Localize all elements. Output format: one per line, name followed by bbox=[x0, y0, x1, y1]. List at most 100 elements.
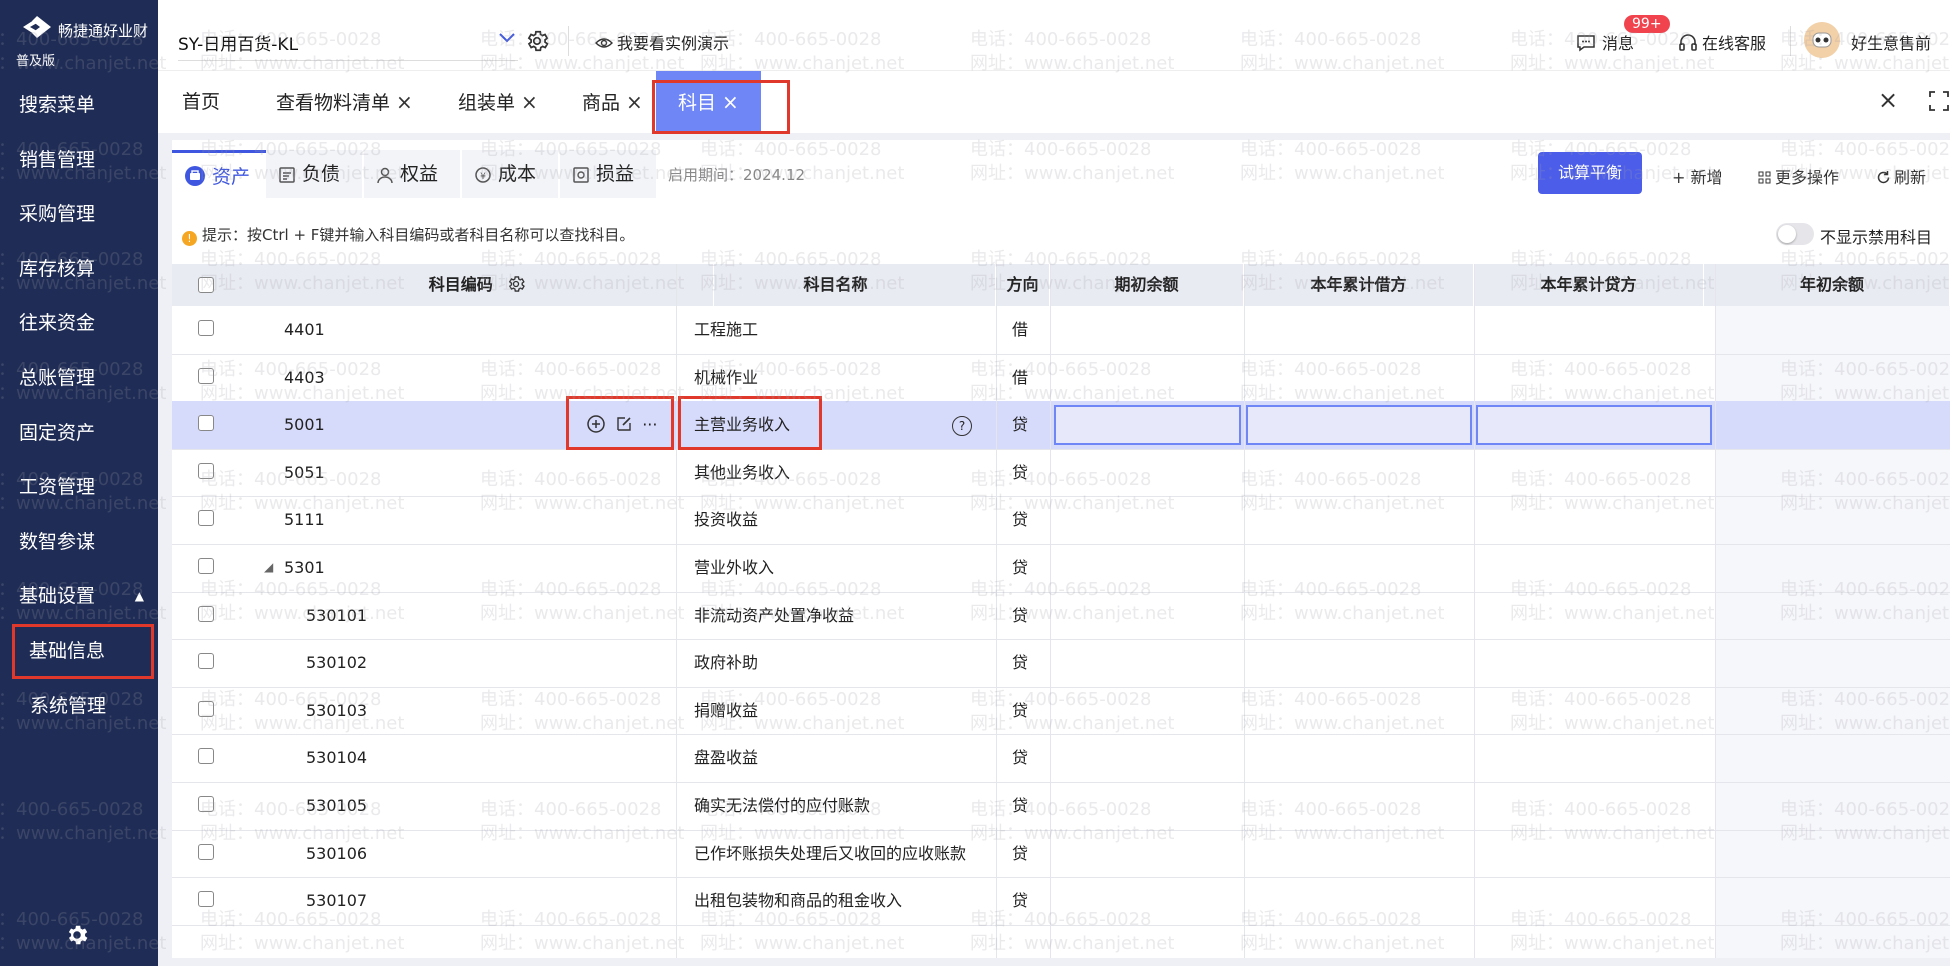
table-row[interactable]: 530105 确实无法偿付的应付账款 贷 bbox=[172, 782, 1950, 831]
account-name: 确实无法偿付的应付账款 bbox=[694, 796, 871, 815]
account-direction: 贷 bbox=[1012, 462, 1029, 482]
table-row[interactable]: 530107 出租包装物和商品的租金收入 贷 bbox=[172, 877, 1950, 926]
tab-label: 损益 bbox=[596, 163, 635, 185]
tab-equity[interactable]: 权益 bbox=[364, 150, 460, 198]
tab-products[interactable]: 商品 × bbox=[582, 71, 643, 133]
opening-balance-input[interactable] bbox=[1054, 405, 1241, 446]
sidebar-item-purchase[interactable]: 采购管理 bbox=[0, 187, 158, 242]
sidebar-item-label: 工资管理 bbox=[19, 476, 96, 499]
help-icon[interactable]: ? bbox=[952, 401, 972, 449]
close-icon[interactable]: × bbox=[521, 90, 538, 114]
row-checkbox[interactable] bbox=[198, 320, 214, 336]
collapse-toggle-icon[interactable]: ◢ bbox=[264, 544, 273, 592]
brand-edition: 普及版 bbox=[16, 54, 56, 69]
account-code: 530105 bbox=[306, 796, 368, 815]
row-checkbox[interactable] bbox=[198, 510, 214, 527]
account-code: 5111 bbox=[284, 510, 325, 530]
sidebar-item-sales[interactable]: 销售管理 bbox=[0, 133, 158, 188]
sidebar-item-insights[interactable]: 数智参谋 bbox=[0, 515, 158, 570]
tab-bom[interactable]: 查看物料清单 × bbox=[276, 71, 413, 133]
table-row[interactable]: 530102 政府补助 贷 bbox=[172, 639, 1950, 688]
row-checkbox[interactable] bbox=[198, 653, 214, 670]
account-code: 5051 bbox=[284, 462, 325, 482]
account-name: 机械作业 bbox=[694, 367, 759, 387]
table-row[interactable]: 4401 工程施工 借 bbox=[172, 306, 1950, 355]
eye-icon bbox=[595, 38, 613, 48]
row-checkbox[interactable] bbox=[198, 558, 214, 574]
row-checkbox[interactable] bbox=[198, 415, 214, 432]
account-code: 530103 bbox=[306, 700, 368, 720]
online-service-button[interactable]: 在线客服 bbox=[1678, 30, 1766, 54]
row-checkbox[interactable] bbox=[198, 462, 214, 479]
sidebar: 畅捷通好业财 普及版 搜索菜单 销售管理 采购管理 库存核算 往来资金 总账管理… bbox=[0, 0, 158, 966]
table-row[interactable]: 530101 非流动资产处置净收益 贷 bbox=[172, 592, 1950, 641]
account-code: 530102 bbox=[306, 653, 368, 673]
tab-assets[interactable]: 资产 bbox=[172, 150, 274, 201]
add-button[interactable]: + 新增 bbox=[1672, 164, 1723, 188]
row-checkbox[interactable] bbox=[198, 605, 214, 622]
assets-icon bbox=[185, 166, 205, 186]
account-name: 非流动资产处置净收益 bbox=[694, 605, 855, 625]
row-checkbox[interactable] bbox=[198, 891, 214, 908]
row-checkbox[interactable] bbox=[198, 796, 214, 812]
row-checkbox[interactable] bbox=[198, 748, 214, 765]
tab-liabilities[interactable]: 负债 bbox=[266, 150, 362, 198]
avatar[interactable] bbox=[1804, 22, 1840, 58]
column-opening-balance: 期初余额 bbox=[1050, 264, 1244, 306]
table-row[interactable]: 5051 其他业务收入 贷 bbox=[172, 449, 1950, 498]
refresh-button[interactable]: 刷新 bbox=[1876, 164, 1926, 188]
tab-assembly[interactable]: 组装单 × bbox=[458, 71, 538, 133]
tab-profit-loss[interactable]: 损益 bbox=[560, 150, 656, 198]
table-row[interactable]: 5001 主营业务收入贷 ···? bbox=[172, 396, 1950, 451]
column-settings-icon[interactable] bbox=[506, 274, 526, 294]
sidebar-item-funds[interactable]: 往来资金 bbox=[0, 296, 158, 351]
messages-button[interactable]: 消息 bbox=[1576, 30, 1634, 54]
tab-home[interactable]: 首页 bbox=[182, 71, 220, 133]
settings-gear-icon[interactable] bbox=[524, 28, 550, 54]
account-name: 已作坏账损失处理后又收回的应收账款 bbox=[694, 843, 967, 863]
demo-link[interactable]: 我要看实例演示 bbox=[595, 30, 729, 54]
sidebar-item-ledger[interactable]: 总账管理 bbox=[0, 351, 158, 406]
sidebar-item-system[interactable]: 系统管理 bbox=[0, 679, 158, 734]
account-direction: 贷 bbox=[1012, 796, 1029, 815]
company-selector[interactable]: SY-日用百货-KL bbox=[178, 24, 518, 61]
account-code: 530106 bbox=[306, 843, 368, 863]
row-checkbox[interactable] bbox=[198, 367, 214, 384]
more-actions-button[interactable]: 更多操作 bbox=[1758, 164, 1839, 188]
tab-cost[interactable]: ¥ 成本 bbox=[462, 150, 558, 198]
tab-label: 资产 bbox=[212, 166, 251, 188]
close-icon[interactable]: × bbox=[396, 90, 413, 114]
table-row[interactable]: 4403 机械作业 借 bbox=[172, 354, 1950, 403]
close-icon[interactable]: × bbox=[626, 90, 643, 114]
sidebar-item-inventory[interactable]: 库存核算 bbox=[0, 242, 158, 297]
ytd-debit-input[interactable] bbox=[1246, 405, 1472, 446]
table-row[interactable]: 530106 已作坏账损失处理后又收回的应收账款 贷 bbox=[172, 830, 1950, 879]
table-row[interactable]: 530103 捐赠收益 贷 bbox=[172, 687, 1950, 736]
sidebar-item-fixed-assets[interactable]: 固定资产 bbox=[0, 406, 158, 461]
table-row[interactable]: ◢ 5301 营业外收入 贷 bbox=[172, 544, 1950, 593]
table-row[interactable]: 530104 盘盈收益 贷 bbox=[172, 734, 1950, 783]
fullscreen-icon[interactable] bbox=[1928, 90, 1950, 112]
row-checkbox[interactable] bbox=[198, 700, 214, 717]
hide-disabled-toggle[interactable] bbox=[1776, 223, 1814, 245]
gear-icon[interactable] bbox=[64, 922, 90, 948]
info-icon: ! bbox=[182, 231, 197, 246]
ytd-credit-input[interactable] bbox=[1476, 405, 1712, 446]
user-name[interactable]: 好生意售前 bbox=[1851, 30, 1931, 54]
tab-label: 查看物料清单 bbox=[276, 92, 391, 114]
more-actions-label: 更多操作 bbox=[1775, 168, 1840, 187]
row-checkbox[interactable] bbox=[198, 843, 214, 860]
table-row[interactable]: 5111 投资收益 贷 bbox=[172, 496, 1950, 545]
trial-balance-button[interactable]: 试算平衡 bbox=[1538, 152, 1642, 194]
account-name: 政府补助 bbox=[694, 653, 759, 673]
sidebar-item-payroll[interactable]: 工资管理 bbox=[0, 460, 158, 515]
sidebar-item-basic-settings[interactable]: 基础设置 ▲ bbox=[0, 569, 158, 624]
account-name: 捐赠收益 bbox=[694, 700, 759, 720]
svg-text:¥: ¥ bbox=[480, 172, 486, 182]
sidebar-item-basic-info[interactable]: 基础信息 bbox=[12, 623, 154, 679]
chevron-down-icon bbox=[499, 33, 515, 43]
sidebar-item-search[interactable]: 搜索菜单 bbox=[0, 78, 158, 133]
select-all-checkbox[interactable] bbox=[198, 277, 214, 293]
column-ytd-credit: 本年累计贷方 bbox=[1474, 264, 1704, 306]
close-all-tabs-icon[interactable]: × bbox=[1878, 86, 1898, 114]
